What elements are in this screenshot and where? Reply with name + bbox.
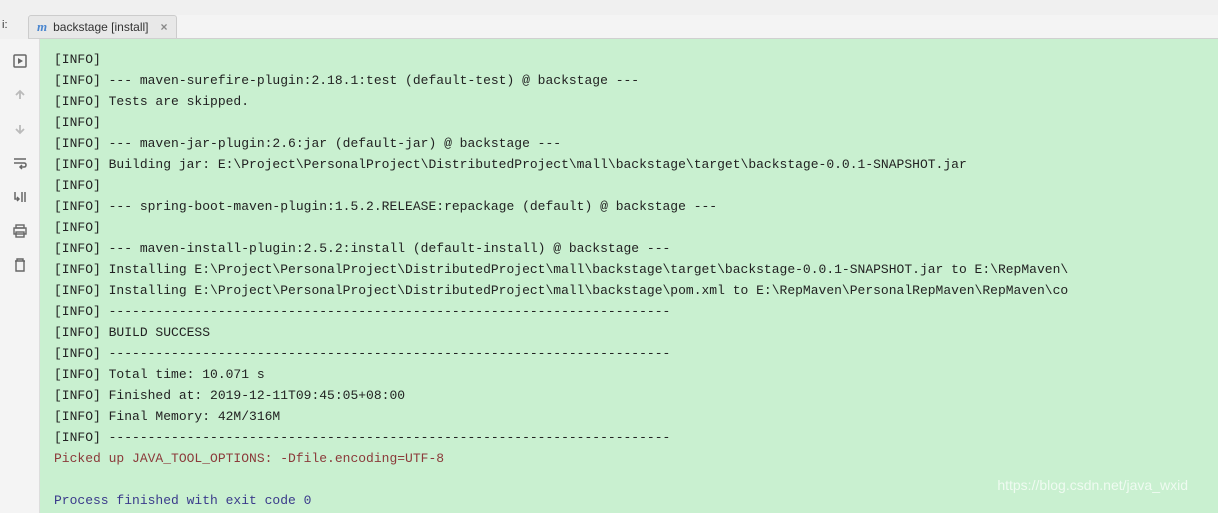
console-line: [INFO]: [54, 220, 101, 235]
console-line: [INFO] BUILD SUCCESS: [54, 325, 210, 340]
console-line-exit: Process finished with exit code 0: [54, 493, 311, 508]
print-icon[interactable]: [6, 219, 34, 243]
console-line: [INFO] Building jar: E:\Project\Personal…: [54, 157, 967, 172]
console-line-warning: Picked up JAVA_TOOL_OPTIONS: -Dfile.enco…: [54, 451, 444, 466]
console-line: [INFO] Installing E:\Project\PersonalPro…: [54, 283, 1068, 298]
panel-label: i:: [2, 19, 8, 31]
console-line: [INFO] ---------------------------------…: [54, 304, 670, 319]
tab-run-config[interactable]: m backstage [install] ×: [28, 15, 177, 38]
console-line: [INFO] Finished at: 2019-12-11T09:45:05+…: [54, 388, 405, 403]
console-line: [INFO] Total time: 10.071 s: [54, 367, 265, 382]
console-line: [INFO] Final Memory: 42M/316M: [54, 409, 280, 424]
console-line: [INFO] --- maven-surefire-plugin:2.18.1:…: [54, 73, 639, 88]
console-line: [INFO]: [54, 115, 101, 130]
console-line: [INFO] --- maven-install-plugin:2.5.2:in…: [54, 241, 670, 256]
console-line: [INFO] ---------------------------------…: [54, 346, 670, 361]
console-line: [INFO] --- spring-boot-maven-plugin:1.5.…: [54, 199, 717, 214]
close-icon[interactable]: ×: [161, 20, 168, 34]
up-arrow-icon[interactable]: [6, 83, 34, 107]
scroll-to-end-icon[interactable]: [6, 185, 34, 209]
console-toolbar: [0, 39, 40, 513]
tab-bar: m backstage [install] ×: [28, 15, 1218, 39]
rerun-button[interactable]: [6, 49, 34, 73]
soft-wrap-icon[interactable]: [6, 151, 34, 175]
maven-icon: m: [37, 19, 47, 35]
console-line: [INFO]: [54, 52, 101, 67]
console-line: [INFO] ---------------------------------…: [54, 430, 670, 445]
trash-icon[interactable]: [6, 253, 34, 277]
console-line: [INFO]: [54, 178, 101, 193]
tab-title: backstage [install]: [53, 20, 148, 34]
console-line: [INFO] Tests are skipped.: [54, 94, 249, 109]
console-output[interactable]: [INFO] [INFO] --- maven-surefire-plugin:…: [40, 39, 1218, 513]
console-line: [INFO] Installing E:\Project\PersonalPro…: [54, 262, 1068, 277]
down-arrow-icon[interactable]: [6, 117, 34, 141]
console-line: [INFO] --- maven-jar-plugin:2.6:jar (def…: [54, 136, 561, 151]
